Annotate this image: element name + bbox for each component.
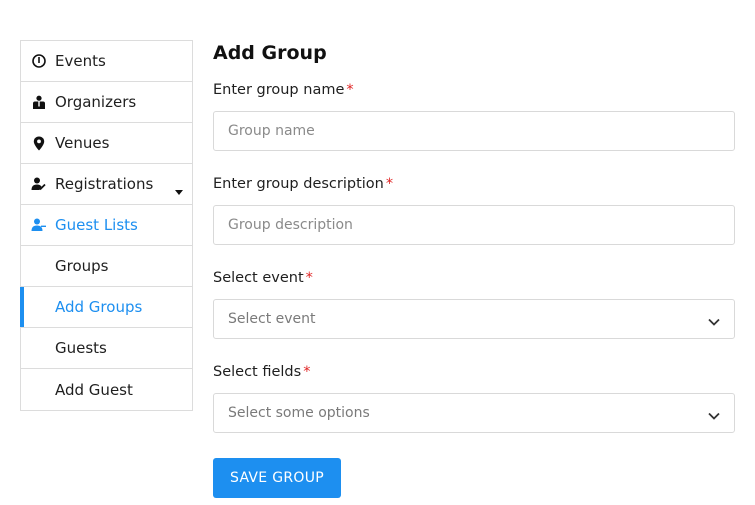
sidebar-item-label: Add Guest: [55, 380, 133, 399]
select-event-dropdown[interactable]: Select event: [213, 299, 735, 339]
sidebar-item-label: Organizers: [55, 93, 137, 111]
sidebar-item-events[interactable]: Events: [21, 41, 192, 82]
sidebar-item-label: Guests: [55, 339, 107, 357]
map-pin-icon: [30, 135, 47, 152]
select-event-label: Select event *: [213, 270, 313, 286]
sidebar-item-label: Guest Lists: [55, 216, 138, 234]
group-name-label: Enter group name *: [213, 82, 354, 98]
page-title: Add Group: [213, 42, 327, 64]
sidebar-item-label: Add Groups: [55, 298, 143, 316]
guest-list-icon: [30, 217, 47, 234]
group-name-input[interactable]: [213, 111, 735, 151]
caret-down-icon: [175, 181, 183, 199]
required-mark: *: [305, 270, 313, 286]
sidebar-item-guests[interactable]: Guests: [21, 328, 192, 369]
sidebar-item-add-groups[interactable]: Add Groups: [20, 287, 192, 328]
user-register-icon: [30, 176, 47, 193]
required-mark: *: [303, 364, 311, 380]
organizer-icon: [30, 94, 47, 111]
select-fields-dropdown[interactable]: Select some options: [213, 393, 735, 433]
select-fields-placeholder: Select some options: [228, 405, 370, 421]
required-mark: *: [385, 176, 394, 192]
sidebar-item-label: Registrations: [55, 175, 154, 193]
sidebar-item-groups[interactable]: Groups: [21, 246, 192, 287]
sidebar-item-registrations[interactable]: Registrations: [21, 164, 192, 205]
info-circle-icon: [30, 53, 47, 70]
sidebar-item-label: Venues: [55, 134, 110, 152]
chevron-down-icon: [708, 408, 720, 424]
sidebar-item-add-guest[interactable]: Add Guest: [21, 369, 192, 410]
sidebar-item-guest-lists[interactable]: Guest Lists: [21, 205, 192, 246]
sidebar-item-venues[interactable]: Venues: [21, 123, 192, 164]
group-description-label: Enter group description *: [213, 176, 394, 192]
select-event-placeholder: Select event: [228, 311, 316, 327]
add-group-form: Add Group Enter group name* Enter group …: [213, 42, 735, 498]
sidebar-item-label: Events: [55, 52, 106, 70]
sidebar-item-label: Groups: [55, 257, 109, 275]
select-fields-label: Select fields *: [213, 364, 311, 380]
group-description-input[interactable]: [213, 205, 735, 245]
save-group-button[interactable]: SAVE GROUP: [213, 458, 341, 498]
chevron-down-icon: [708, 314, 720, 330]
sidebar: Events Organizers Venues Registrations G…: [20, 40, 193, 411]
sidebar-item-organizers[interactable]: Organizers: [21, 82, 192, 123]
required-mark: *: [346, 82, 354, 98]
